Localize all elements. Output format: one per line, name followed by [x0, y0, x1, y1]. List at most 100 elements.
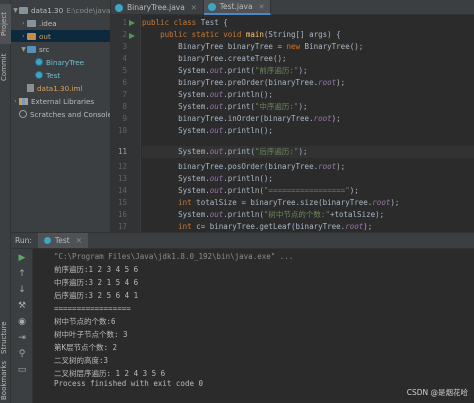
tree-item-label: External Libraries	[31, 96, 95, 106]
console-line: 前序遍历:1 2 3 4 5 6	[54, 265, 139, 274]
line-number: 13	[117, 174, 127, 183]
close-icon[interactable]: ✕	[76, 236, 82, 245]
tree-item-external-libraries[interactable]: › External Libraries	[12, 95, 94, 107]
line-number: 6	[122, 78, 127, 87]
run-toolbar: ▶ ↑ ↓ ⚒ ◉ ⇥ ⚲ ▭	[11, 249, 33, 403]
close-icon[interactable]: ✕	[191, 4, 197, 12]
module-file-icon	[27, 84, 34, 92]
line-number: 16	[117, 210, 127, 219]
tree-item-label: out	[39, 31, 51, 41]
folder-icon	[27, 45, 36, 53]
chevron-down-icon[interactable]: ▼	[12, 7, 19, 14]
tree-item-src[interactable]: ▼ src	[20, 43, 49, 55]
project-panel: ▼ data1.30 E:\code\java › .idea › out ▼ …	[11, 0, 111, 232]
chevron-right-icon[interactable]: ›	[12, 98, 19, 105]
line-number: 15	[117, 198, 127, 207]
line-number: 9	[122, 114, 127, 123]
tab-binarytree[interactable]: BinaryTree.java ✕	[111, 0, 204, 15]
line-number: 4	[122, 54, 127, 63]
tree-item-label: BinaryTree	[46, 57, 85, 67]
folder-icon	[19, 6, 28, 14]
tree-item-iml[interactable]: data1.30.iml	[27, 82, 82, 94]
folder-icon	[27, 32, 36, 40]
editor-tab-bar: BinaryTree.java ✕ Test.java ✕	[111, 0, 474, 15]
tab-label: BinaryTree.java	[127, 3, 185, 12]
code-line: BinaryTree binaryTree = new BinaryTree()…	[142, 42, 364, 51]
run-main-icon[interactable]	[129, 33, 135, 39]
tool-tab-structure[interactable]: Structure	[0, 318, 11, 358]
tool-tab-commit[interactable]: Commit	[0, 50, 11, 84]
chevron-right-icon[interactable]: ›	[20, 20, 27, 27]
tree-item-label: .idea	[39, 18, 57, 28]
tree-item-binarytree[interactable]: BinaryTree	[35, 56, 84, 68]
line-number: 8	[122, 102, 127, 111]
java-class-icon	[43, 237, 51, 244]
console-line: 树中叶子节点个数: 3	[54, 330, 128, 339]
library-icon	[19, 97, 28, 105]
console-line: 中序遍历:3 2 1 5 4 6	[54, 278, 139, 287]
line-number: 14	[117, 186, 127, 195]
line-number-current: 11	[117, 147, 127, 156]
tab-label: Test.java	[219, 2, 253, 11]
console-line: 二叉树的高度:3	[54, 356, 109, 365]
tree-item-scratches[interactable]: Scratches and Consoles	[19, 108, 111, 120]
down-arrow-icon[interactable]: ↓	[16, 284, 28, 296]
code-line: int totalSize = binaryTree.size(binaryTr…	[178, 198, 400, 207]
console-line-exit: Process finished with exit code 0	[54, 379, 204, 388]
code-line: public static void main(String[] args) {	[160, 30, 341, 39]
run-panel-header: Run: Test ✕	[11, 232, 474, 249]
line-number: 1	[122, 18, 127, 27]
run-tab-label: Test	[54, 236, 70, 245]
java-class-icon	[115, 3, 123, 12]
left-tool-strip: Project Commit Structure Bookmarks	[0, 0, 11, 403]
line-number: 12	[117, 162, 127, 171]
wrench-icon[interactable]: ⚒	[16, 300, 28, 312]
folder-icon	[27, 19, 36, 27]
tree-item-label: Test	[46, 70, 61, 80]
tree-item-label: Scratches and Consoles	[30, 109, 111, 119]
tab-test[interactable]: Test.java ✕	[203, 0, 272, 15]
exit-icon[interactable]: ⇥	[16, 332, 28, 344]
run-class-icon[interactable]	[129, 20, 135, 26]
tree-item-test[interactable]: Test	[35, 69, 60, 81]
run-icon[interactable]: ▶	[16, 252, 28, 264]
tool-tab-project[interactable]: Project	[0, 4, 11, 44]
run-tab-test[interactable]: Test ✕	[37, 233, 88, 248]
up-arrow-icon[interactable]: ↑	[16, 268, 28, 280]
code-line: System.out.println("=================");	[142, 186, 359, 195]
java-class-icon	[35, 58, 43, 66]
line-number: 5	[122, 66, 127, 75]
tool-tab-bookmarks[interactable]: Bookmarks	[0, 361, 11, 400]
code-editor[interactable]: public class Test { public static void m…	[142, 15, 474, 232]
code-line: System.out.print("中序遍历:");	[142, 102, 308, 111]
console-output[interactable]: "C:\Program Files\Java\jdk1.8.0_192\bin\…	[34, 249, 474, 403]
code-line: System.out.println("树中节点的个数:"+totalSize)…	[142, 210, 385, 219]
tree-item-idea[interactable]: › .idea	[20, 17, 57, 29]
chevron-right-icon[interactable]: ›	[20, 33, 27, 40]
code-line: binaryTree.createTree();	[142, 54, 287, 63]
code-line: binaryTree.inOrder(binaryTree.root);	[142, 114, 341, 123]
tree-item-out[interactable]: › out	[11, 30, 110, 42]
tree-root[interactable]: ▼ data1.30 E:\code\java	[12, 4, 110, 16]
line-number: 7	[122, 90, 127, 99]
console-line: "C:\Program Files\Java\jdk1.8.0_192\bin\…	[54, 252, 294, 261]
code-line: System.out.println();	[142, 126, 273, 135]
camera-icon[interactable]: ◉	[16, 316, 28, 328]
run-label: Run:	[15, 236, 32, 245]
close-icon[interactable]: ✕	[259, 3, 265, 11]
code-line: public class Test {	[142, 18, 228, 27]
trash-icon[interactable]: ▭	[16, 364, 28, 376]
line-number: 3	[122, 42, 127, 51]
code-line: int c= binaryTree.getLeaf(binaryTree.roo…	[178, 222, 373, 231]
code-line: System.out.println();	[142, 90, 273, 99]
chevron-down-icon[interactable]: ▼	[20, 46, 27, 53]
console-line: 第K层节点个数: 2	[54, 343, 118, 352]
scratches-icon	[19, 110, 27, 118]
java-class-icon	[207, 2, 216, 11]
java-class-icon	[35, 71, 43, 79]
pin-icon[interactable]: ⚲	[16, 348, 28, 360]
console-line: 树中节点的个数:6	[54, 317, 116, 326]
code-line: System.out.println();	[142, 174, 273, 183]
console-line: 后序遍历:3 2 5 6 4 1	[54, 291, 139, 300]
tree-root-label: data1.30	[31, 5, 64, 15]
